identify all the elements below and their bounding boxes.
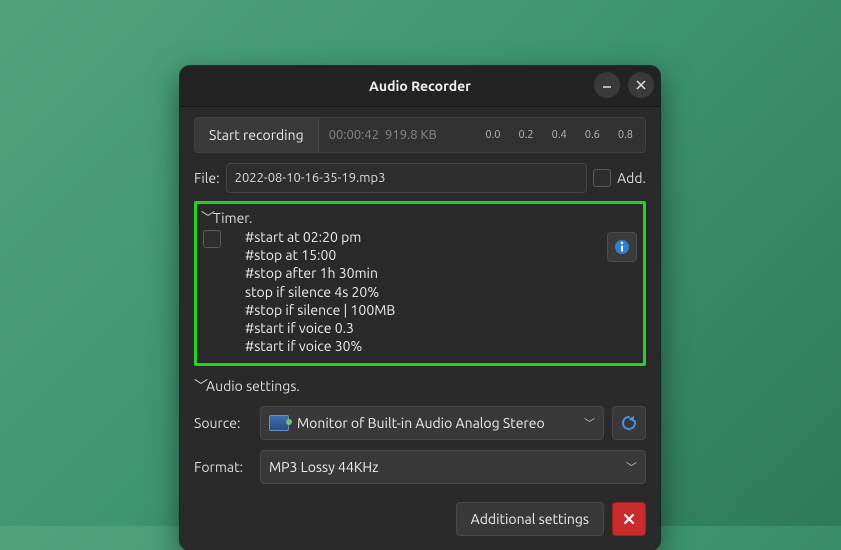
window-controls (594, 72, 654, 98)
timer-commands[interactable]: #start at 02:20 pm #stop at 15:00 #stop … (245, 228, 395, 355)
recording-status: 00:00:42 919.8 KB (319, 128, 447, 142)
source-select[interactable]: Monitor of Built-in Audio Analog Stereo … (260, 406, 604, 440)
add-checkbox[interactable] (593, 169, 611, 187)
chevron-down-icon: ﹀ (584, 415, 595, 431)
timer-line: #stop after 1h 30min (245, 265, 378, 281)
timer-enable-checkbox[interactable] (203, 230, 221, 248)
window-title: Audio Recorder (369, 78, 471, 94)
chevron-down-icon: ﹀ (194, 376, 206, 396)
bottom-buttons: Additional settings (194, 502, 646, 536)
level-meter-scale: 0.0 0.2 0.4 0.6 0.8 (447, 129, 645, 141)
audio-settings-header[interactable]: ﹀Audio settings. (194, 376, 646, 396)
source-value: Monitor of Built-in Audio Analog Stereo (297, 415, 545, 431)
titlebar: Audio Recorder (180, 66, 660, 107)
close-icon (622, 512, 636, 526)
timer-line: #stop at 15:00 (245, 247, 336, 263)
format-row: Format: MP3 Lossy 44KHz ﹀ (194, 450, 646, 484)
timer-line: stop if silence 4s 20% (245, 284, 379, 300)
additional-settings-button[interactable]: Additional settings (456, 502, 604, 536)
timer-panel: ﹀Timer. #start at 02:20 pm #stop at 15:0… (194, 201, 646, 366)
format-select[interactable]: MP3 Lossy 44KHz ﹀ (260, 450, 646, 484)
content-area: Start recording 00:00:42 919.8 KB 0.0 0.… (180, 107, 660, 550)
app-window: Audio Recorder Start recording 00:00:42 … (180, 66, 660, 550)
recording-toolbar: Start recording 00:00:42 919.8 KB 0.0 0.… (194, 117, 646, 153)
file-label: File: (194, 170, 220, 186)
timer-line: #start if voice 30% (245, 338, 362, 354)
refresh-sources-button[interactable] (612, 406, 646, 440)
close-button[interactable] (612, 502, 646, 536)
scale-tick: 0.2 (519, 129, 534, 141)
timer-header-label: Timer. (213, 210, 252, 226)
start-recording-button[interactable]: Start recording (195, 118, 319, 152)
refresh-icon (620, 414, 638, 432)
format-label: Format: (194, 459, 252, 475)
file-row: File: 2022-08-10-16-35-19.mp3 Add. (194, 163, 646, 193)
timer-body: #start at 02:20 pm #stop at 15:00 #stop … (203, 228, 637, 355)
scale-tick: 0.6 (585, 129, 600, 141)
info-icon (614, 239, 630, 255)
recording-size: 919.8 KB (385, 128, 437, 142)
timer-info-button[interactable] (607, 232, 637, 262)
source-label: Source: (194, 415, 252, 431)
format-value: MP3 Lossy 44KHz (269, 459, 379, 475)
file-name-value: 2022-08-10-16-35-19.mp3 (235, 171, 386, 185)
timer-line: #start at 02:20 pm (245, 229, 361, 245)
timer-section-header[interactable]: ﹀Timer. (201, 208, 637, 228)
scale-tick: 0.8 (618, 129, 633, 141)
timer-line: #start if voice 0.3 (245, 320, 354, 336)
minimize-button[interactable] (594, 72, 620, 98)
add-label: Add. (617, 170, 646, 186)
elapsed-time: 00:00:42 (329, 128, 379, 142)
scale-tick: 0.0 (485, 129, 500, 141)
source-row: Source: Monitor of Built-in Audio Analog… (194, 406, 646, 440)
audio-settings-label: Audio settings. (206, 378, 300, 394)
chevron-down-icon: ﹀ (201, 208, 213, 228)
scale-tick: 0.4 (552, 129, 567, 141)
timer-line: #stop if silence | 100MB (245, 302, 395, 318)
chevron-down-icon: ﹀ (626, 459, 637, 475)
file-name-input[interactable]: 2022-08-10-16-35-19.mp3 (226, 163, 587, 193)
close-window-button[interactable] (628, 72, 654, 98)
audio-device-icon (269, 415, 289, 431)
